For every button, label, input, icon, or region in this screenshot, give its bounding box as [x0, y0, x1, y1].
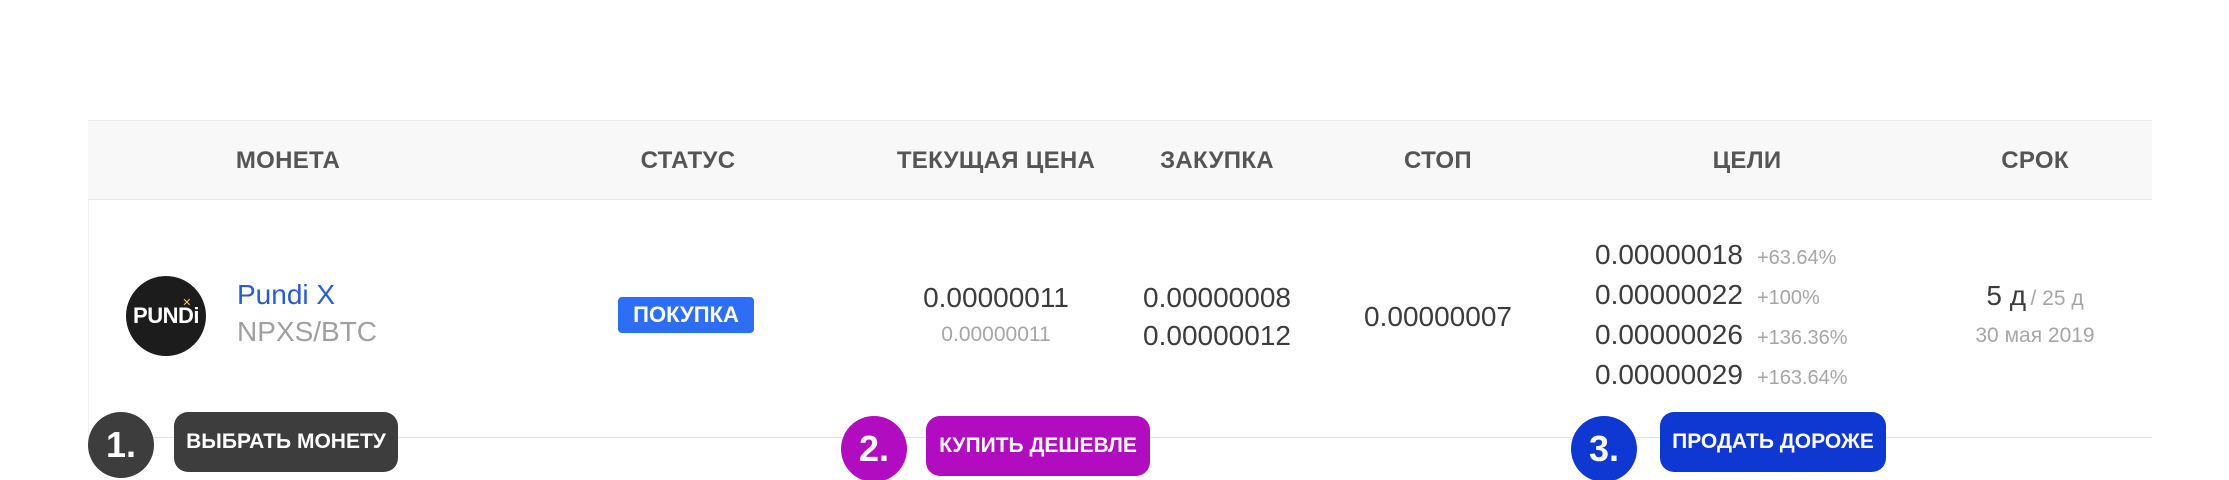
table-header: МОНЕТА СТАТУС ТЕКУЩАЯ ЦЕНА ЗАКУПКА СТОП … [88, 120, 2152, 200]
coin-name-link[interactable]: Pundi X [237, 279, 335, 311]
term-total: / 25 д [2030, 287, 2084, 310]
column-header-term[interactable]: СРОК [2001, 121, 2069, 201]
term: 5 д / 25 д [1986, 280, 2083, 312]
current-price-sub: 0.00000011 [941, 323, 1051, 346]
target-2-value: 0.00000022 [1595, 279, 1743, 310]
target-2-pct: +100% [1756, 287, 1820, 309]
buy-cheaper-button[interactable]: КУПИТЬ ДЕШЕВЛЕ [926, 416, 1150, 476]
target-4-pct: +163.64% [1756, 367, 1848, 389]
choose-coin-button[interactable]: ВЫБРАТЬ МОНЕТУ [174, 412, 398, 472]
target-4: 0.00000029 +163.64% [1595, 359, 1848, 391]
column-header-targets[interactable]: ЦЕЛИ [1713, 121, 1782, 201]
step-1-badge: 1. [88, 412, 154, 478]
step-2-badge: 2. [841, 416, 907, 480]
target-1: 0.00000018 +63.64% [1595, 239, 1836, 271]
status-badge: ПОКУПКА [618, 297, 754, 333]
target-3: 0.00000026 +136.36% [1595, 319, 1848, 351]
purchase-price-low: 0.00000008 [1143, 282, 1291, 313]
purchase-price-high: 0.00000012 [1143, 320, 1291, 351]
pundi-x-logo-icon: PUNDi ✕ [126, 276, 206, 356]
term-date: 30 мая 2019 [1975, 324, 2095, 347]
column-header-current-price[interactable]: ТЕКУЩАЯ ЦЕНА [897, 121, 1095, 201]
target-1-value: 0.00000018 [1595, 239, 1743, 270]
target-1-pct: +63.64% [1756, 247, 1837, 269]
target-3-pct: +136.36% [1756, 327, 1848, 349]
current-price: 0.00000011 [923, 282, 1069, 313]
row-border [88, 200, 89, 438]
coin-pair: NPXS/BTC [237, 316, 378, 347]
target-2: 0.00000022 +100% [1595, 279, 1820, 311]
target-3-value: 0.00000026 [1595, 319, 1743, 350]
column-header-stop[interactable]: СТОП [1404, 121, 1472, 201]
column-header-purchase[interactable]: ЗАКУПКА [1160, 121, 1274, 201]
column-header-status[interactable]: СТАТУС [641, 121, 736, 201]
target-4-value: 0.00000029 [1595, 359, 1743, 390]
step-3-badge: 3. [1571, 416, 1637, 480]
term-elapsed: 5 д [1986, 280, 2027, 311]
logo-spark-icon: ✕ [182, 297, 191, 309]
column-header-coin[interactable]: МОНЕТА [236, 121, 340, 201]
stop-price: 0.00000007 [1364, 301, 1512, 332]
sell-higher-button[interactable]: ПРОДАТЬ ДОРОЖЕ [1660, 412, 1886, 472]
